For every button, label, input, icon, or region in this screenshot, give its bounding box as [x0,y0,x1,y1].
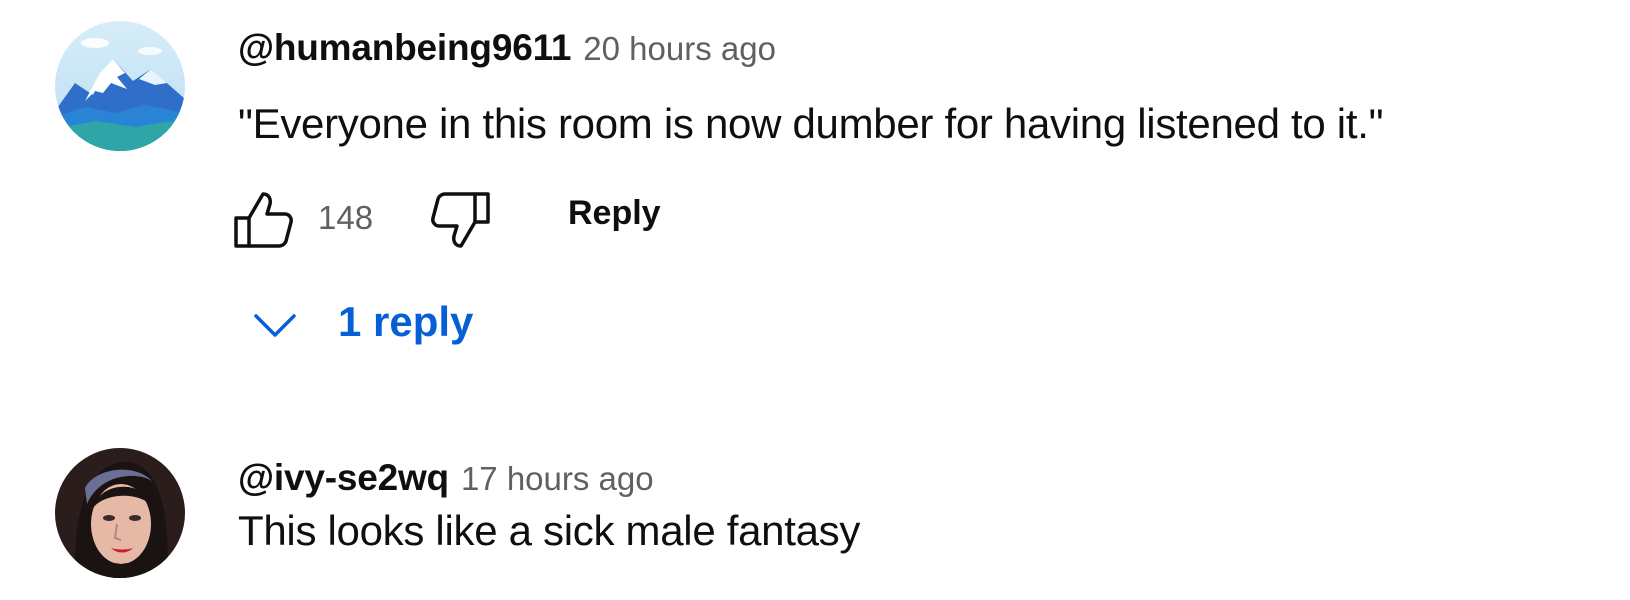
comment-thread: @ivy-se2wq 17 hours ago This looks like a… [0,425,1630,600]
mountain-landscape-avatar-icon [55,21,185,151]
comment-thread: @humanbeing9611 20 hours ago "Everyone in… [0,0,1630,400]
comment-timestamp[interactable]: 17 hours ago [461,460,654,497]
thumbs-up-icon [234,192,293,248]
portrait-avatar-icon [55,448,185,578]
replies-count-label: 1 reply [338,298,474,345]
comment-header: @ivy-se2wq 17 hours ago [238,457,654,499]
comment-text: "Everyone in this room is now dumber for… [238,100,1384,147]
comment-header: @humanbeing9611 20 hours ago [238,27,776,69]
reply-button[interactable]: Reply [568,194,661,233]
like-button[interactable] [232,190,294,250]
like-count: 148 [318,199,374,236]
avatar[interactable] [55,21,185,151]
dislike-button[interactable] [430,190,492,250]
avatar[interactable] [55,448,185,578]
chevron-down-icon [254,314,296,337]
comment-author[interactable]: @humanbeing9611 [238,27,571,68]
thumbs-down-icon [431,192,490,248]
comment-author[interactable]: @ivy-se2wq [238,457,449,498]
comment-timestamp[interactable]: 20 hours ago [583,30,776,67]
comment-text: This looks like a sick male fantasy [238,507,861,554]
